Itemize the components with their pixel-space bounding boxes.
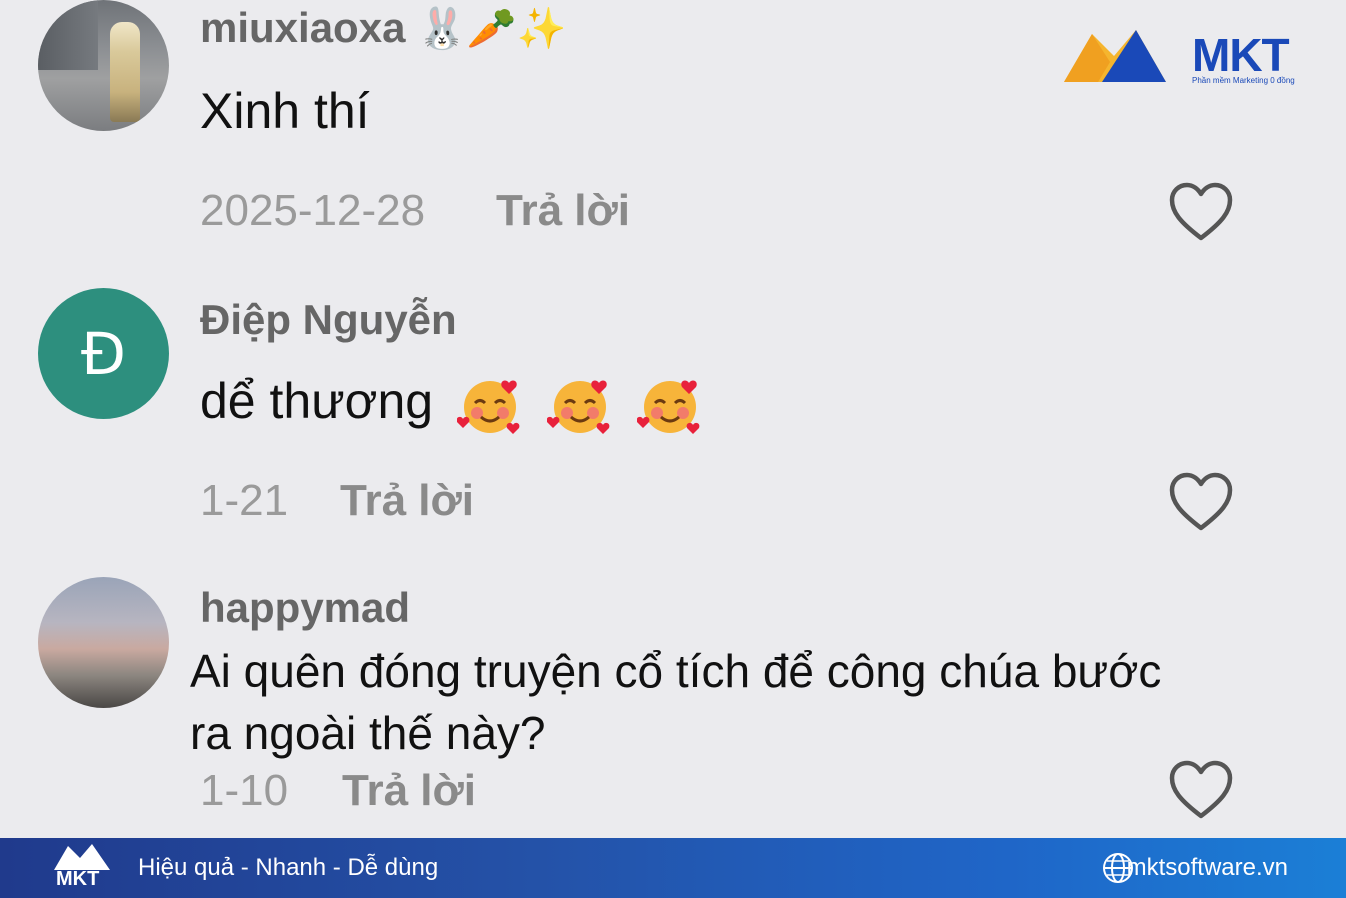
- comment-text: dể thương: [200, 372, 703, 437]
- comment-text-line-2: ra ngoài thế này?: [190, 707, 546, 759]
- footer-slogan: Hiệu quả - Nhanh - Dễ dùng: [138, 854, 439, 881]
- reply-button[interactable]: Trả lời: [342, 766, 476, 816]
- website-link[interactable]: mktsoftware.vn: [1127, 854, 1288, 882]
- avatar[interactable]: [38, 577, 169, 708]
- mkt-logo-text: MKT: [1192, 29, 1290, 81]
- like-heart-icon[interactable]: [1168, 472, 1234, 532]
- like-heart-icon[interactable]: [1168, 760, 1234, 820]
- footer-banner: MKT Hiệu quả - Nhanh - Dễ dùng mktsoftwa…: [0, 838, 1346, 898]
- smiling-face-with-hearts-icon: [546, 380, 610, 434]
- mkt-logo-tagline: Phần mềm Marketing 0 đồng: [1192, 76, 1295, 85]
- smiling-face-with-hearts-icon: [636, 380, 700, 434]
- like-heart-icon[interactable]: [1168, 182, 1234, 242]
- smiling-face-with-hearts-icon: [457, 380, 520, 434]
- avatar[interactable]: Đ: [38, 288, 169, 419]
- comment-username[interactable]: Điệp Nguyễn: [200, 296, 457, 344]
- comment-username[interactable]: miuxiaoxa 🐰🥕✨: [200, 4, 567, 52]
- comment-date: 1-10: [200, 766, 289, 815]
- reply-button[interactable]: Trả lời: [340, 476, 474, 526]
- comment-date: 2025-12-28: [200, 186, 426, 235]
- mkt-logo-mark-icon: [1064, 30, 1166, 82]
- mkt-logo: MKT Phần mềm Marketing 0 đồng: [1062, 26, 1312, 90]
- comment-text: Xinh thí: [200, 83, 370, 139]
- avatar[interactable]: [38, 0, 169, 131]
- footer-logo-text: MKT: [56, 868, 100, 890]
- reply-button[interactable]: Trả lời: [496, 186, 630, 236]
- username-emoji: 🐰🥕✨: [417, 7, 567, 51]
- comment-username[interactable]: happymad: [200, 584, 410, 632]
- comment-date: 1-21: [200, 476, 289, 525]
- comment-text-line-1: Ai quên đóng truyện cổ tích để công chúa…: [190, 645, 1162, 697]
- footer-logo: MKT: [52, 842, 116, 894]
